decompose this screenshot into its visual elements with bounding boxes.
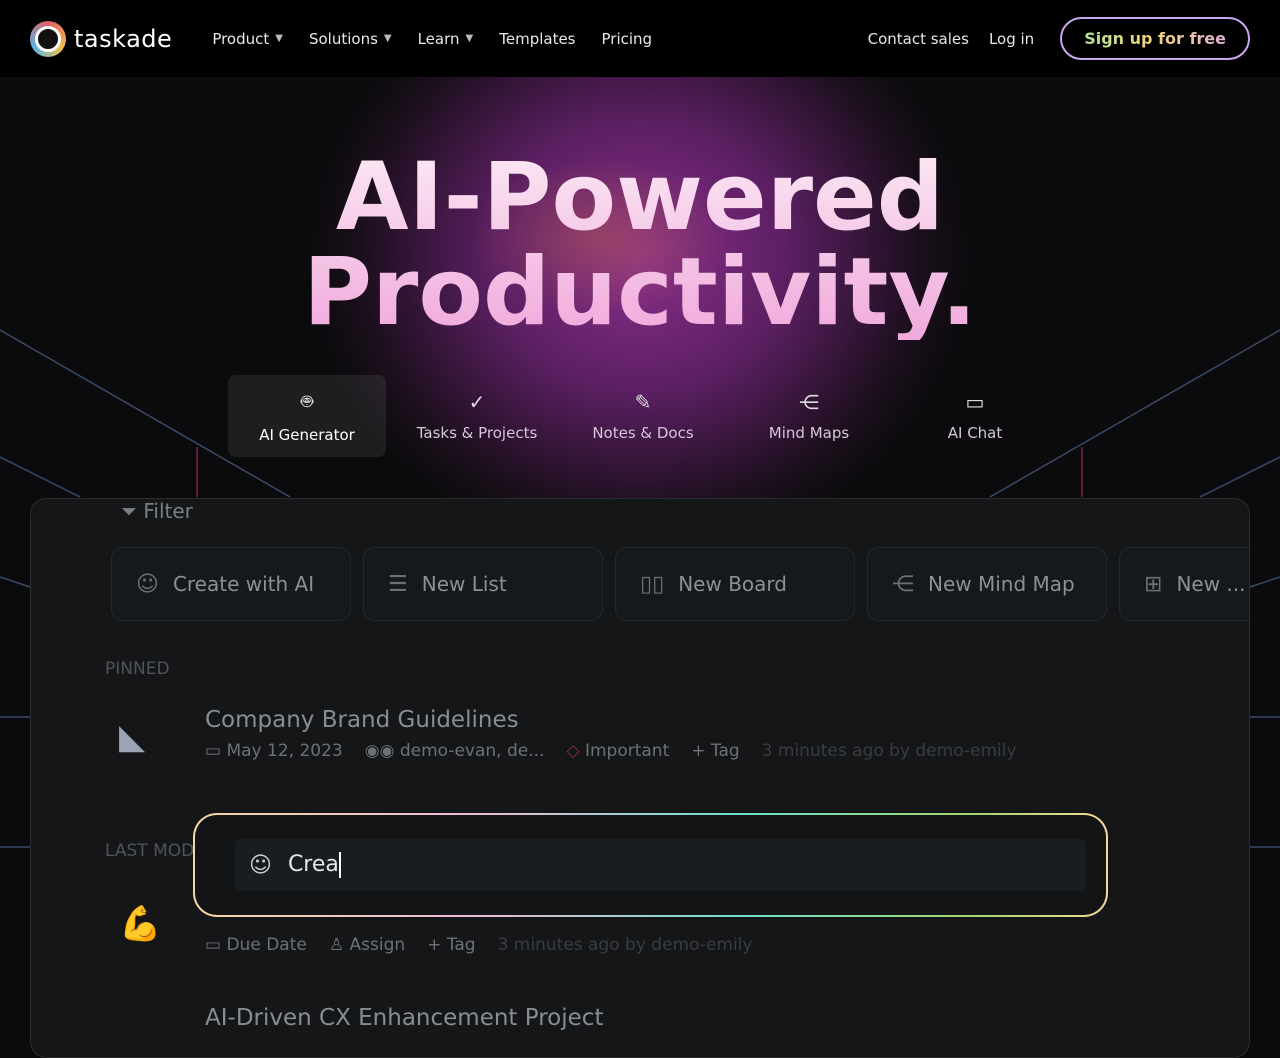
ai-prompt-box: ☺ Crea: [193, 813, 1108, 917]
caret-down-icon: ▼: [383, 33, 392, 44]
tab-mind-maps[interactable]: ⋲ Mind Maps: [726, 375, 892, 457]
tab-tasks-projects[interactable]: ✓ Tasks & Projects: [394, 375, 560, 457]
avatar: ◉◉: [364, 741, 395, 761]
members[interactable]: ◉◉ demo-evan, de...: [365, 741, 545, 761]
nav-solutions[interactable]: Solutions ▼: [309, 30, 392, 48]
logo[interactable]: taskade: [30, 20, 173, 57]
signup-button[interactable]: Sign up for free: [1060, 17, 1250, 60]
triangle-ruler-icon: ◣: [119, 717, 146, 757]
pinned-heading: PINNED: [105, 659, 170, 679]
tag-icon: ◇: [566, 741, 580, 761]
due-date-button[interactable]: ▭ Due Date: [205, 935, 307, 955]
nav-product[interactable]: Product ▼: [212, 30, 283, 48]
contact-sales-link[interactable]: Contact sales: [868, 30, 969, 48]
brand-name: taskade: [74, 24, 173, 53]
due-date[interactable]: ▭ May 12, 2023: [205, 741, 343, 761]
caret-down-icon: ▼: [275, 33, 283, 44]
flexed-biceps-icon: 💪: [119, 904, 162, 944]
login-link[interactable]: Log in: [989, 30, 1034, 48]
new-list-button[interactable]: ☰ New List: [363, 547, 603, 621]
robot-icon: 🤖︎: [301, 389, 313, 413]
robot-icon: ☺: [249, 852, 272, 878]
ai-prompt-input[interactable]: ☺ Crea: [235, 839, 1086, 891]
project-row[interactable]: Company Brand Guidelines ▭ May 12, 2023 …: [205, 707, 1017, 761]
calendar-icon: ▭: [205, 741, 222, 761]
taskade-logo-icon: [30, 20, 66, 57]
share-nodes-icon: ⋲: [799, 390, 819, 414]
tab-ai-chat[interactable]: ▭ AI Chat: [892, 375, 1058, 457]
robot-icon: ☺: [136, 571, 159, 597]
last-modified-heading: LAST MOD: [105, 841, 195, 861]
nav-learn[interactable]: Learn ▼: [418, 30, 474, 48]
tab-notes-docs[interactable]: ✎ Notes & Docs: [560, 375, 726, 457]
add-tag-button[interactable]: + Tag: [427, 935, 475, 955]
assign-button[interactable]: ♙ Assign: [329, 935, 405, 955]
nav-pricing[interactable]: Pricing: [602, 30, 653, 48]
project-row[interactable]: ▭ Due Date ♙ Assign + Tag 3 minutes ago …: [205, 935, 752, 955]
app-preview: ⏷ Filter ☺ Create with AI ☰ New List ▯▯ New…: [30, 498, 1250, 1058]
new-board-button[interactable]: ▯▯ New Board: [615, 547, 855, 621]
share-nodes-icon: ⋲: [892, 571, 914, 597]
check-circle-icon: ✓: [468, 390, 486, 414]
add-tag-button[interactable]: + Tag: [691, 741, 739, 761]
new-table-button[interactable]: ⊞ New ...: [1119, 547, 1249, 621]
caret-down-icon: ▼: [465, 33, 474, 44]
create-with-ai-button[interactable]: ☺ Create with AI: [111, 547, 351, 621]
new-mind-map-button[interactable]: ⋲ New Mind Map: [867, 547, 1107, 621]
tag-important[interactable]: ◇ Important: [566, 741, 669, 761]
video-icon: ▭: [965, 390, 985, 414]
feature-tabs: 🤖︎ AI Generator ✓ Tasks & Projects ✎ Notes …: [228, 375, 1058, 457]
board-icon: ▯▯: [640, 571, 665, 597]
filter-button[interactable]: ⏷ Filter: [121, 499, 193, 523]
hero-title: AI-Powered Productivity.: [0, 150, 1280, 340]
updated-text: 3 minutes ago by demo-emily: [497, 935, 753, 955]
updated-text: 3 minutes ago by demo-emily: [761, 741, 1017, 761]
table-icon: ⊞: [1144, 571, 1163, 597]
list-icon: ☰: [388, 571, 408, 597]
top-nav: taskade Product ▼ Solutions ▼ Learn ▼ Templ…: [0, 0, 1280, 77]
calendar-icon: ▭: [205, 935, 222, 955]
user-icon: ♙: [328, 935, 345, 955]
pencil-icon: ✎: [634, 390, 652, 414]
nav-templates[interactable]: Templates: [499, 30, 575, 48]
project-title[interactable]: AI-Driven CX Enhancement Project: [205, 1005, 603, 1031]
filter-icon: ⏷: [121, 499, 137, 523]
tab-ai-generator[interactable]: 🤖︎ AI Generator: [228, 375, 386, 457]
